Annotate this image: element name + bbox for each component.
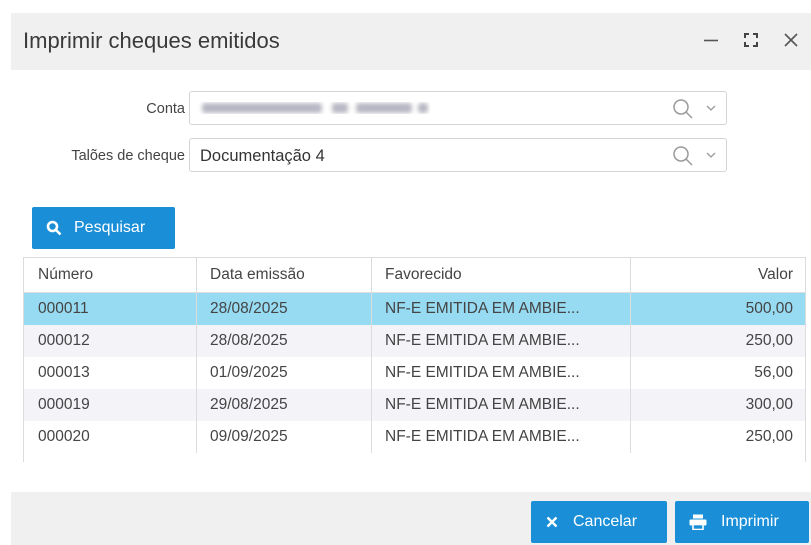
search-icon[interactable]: [672, 145, 694, 167]
table-row[interactable]: 000020 09/09/2025 NF-E EMITIDA EM AMBIE.…: [24, 421, 805, 453]
cell-numero: 000011: [38, 300, 89, 317]
chevron-down-icon[interactable]: [706, 150, 716, 160]
column-divider: [630, 357, 631, 389]
column-divider[interactable]: [630, 258, 631, 292]
minimize-icon: [704, 39, 718, 42]
chevron-down-icon[interactable]: [706, 103, 716, 113]
column-divider: [630, 293, 631, 325]
taloes-label: Talões de cheque: [71, 148, 185, 164]
cell-valor: 250,00: [745, 332, 793, 349]
cell-favorecido: NF-E EMITIDA EM AMBIE...: [385, 364, 580, 381]
cell-data: 01/09/2025: [210, 364, 288, 381]
close-icon: [546, 516, 558, 528]
cell-numero: 000019: [38, 396, 90, 413]
cell-data: 28/08/2025: [210, 332, 288, 349]
dialog-title: Imprimir cheques emitidos: [23, 28, 280, 53]
cell-favorecido: NF-E EMITIDA EM AMBIE...: [385, 332, 580, 349]
cell-numero: 000020: [38, 428, 90, 445]
cell-valor: 500,00: [745, 300, 793, 317]
taloes-value: Documentação 4: [200, 147, 325, 165]
column-header-favorecido[interactable]: Favorecido: [385, 258, 462, 292]
search-icon: [46, 220, 62, 236]
cell-numero: 000013: [38, 364, 90, 381]
conta-value-redacted: [202, 103, 428, 113]
close-icon: [784, 33, 798, 47]
column-divider: [371, 389, 372, 421]
dialog-titlebar: Imprimir cheques emitidos: [11, 13, 811, 70]
cancel-button-label: Cancelar: [573, 513, 638, 530]
cheques-grid: Número Data emissão Favorecido Valor 000…: [23, 257, 806, 462]
grid-header: Número Data emissão Favorecido Valor: [24, 258, 805, 293]
cancel-button[interactable]: Cancelar: [531, 501, 667, 543]
column-divider: [196, 325, 197, 357]
column-divider: [371, 421, 372, 453]
table-row[interactable]: 000011 28/08/2025 NF-E EMITIDA EM AMBIE.…: [24, 293, 805, 325]
column-divider: [371, 357, 372, 389]
column-divider[interactable]: [196, 258, 197, 292]
cell-data: 29/08/2025: [210, 396, 288, 413]
cell-favorecido: NF-E EMITIDA EM AMBIE...: [385, 300, 580, 317]
column-header-data[interactable]: Data emissão: [210, 258, 305, 292]
table-row[interactable]: 000012 28/08/2025 NF-E EMITIDA EM AMBIE.…: [24, 325, 805, 357]
column-divider: [630, 325, 631, 357]
printer-icon: [689, 514, 707, 530]
minimize-button[interactable]: [696, 25, 726, 55]
conta-combobox[interactable]: [189, 91, 727, 125]
column-divider: [630, 389, 631, 421]
cell-numero: 000012: [38, 332, 90, 349]
column-divider: [196, 421, 197, 453]
column-divider[interactable]: [371, 258, 372, 292]
column-divider: [196, 389, 197, 421]
taloes-combobox[interactable]: Documentação 4: [189, 138, 727, 172]
search-button-label: Pesquisar: [74, 219, 146, 236]
column-divider: [371, 325, 372, 357]
cell-data: 09/09/2025: [210, 428, 288, 445]
column-divider: [196, 293, 197, 325]
table-row[interactable]: 000019 29/08/2025 NF-E EMITIDA EM AMBIE.…: [24, 389, 805, 421]
column-divider: [371, 293, 372, 325]
column-divider: [196, 357, 197, 389]
cell-valor: 56,00: [754, 364, 793, 381]
table-row[interactable]: 000013 01/09/2025 NF-E EMITIDA EM AMBIE.…: [24, 357, 805, 389]
cell-valor: 300,00: [745, 396, 793, 413]
maximize-icon: [744, 33, 758, 47]
search-icon[interactable]: [672, 98, 694, 120]
cell-favorecido: NF-E EMITIDA EM AMBIE...: [385, 428, 580, 445]
cell-valor: 250,00: [745, 428, 793, 445]
maximize-button[interactable]: [736, 25, 766, 55]
search-button[interactable]: Pesquisar: [32, 207, 175, 249]
print-button[interactable]: Imprimir: [675, 501, 809, 543]
cell-data: 28/08/2025: [210, 300, 288, 317]
column-header-numero[interactable]: Número: [38, 258, 93, 292]
close-button[interactable]: [776, 25, 806, 55]
column-header-valor[interactable]: Valor: [758, 258, 793, 292]
cell-favorecido: NF-E EMITIDA EM AMBIE...: [385, 396, 580, 413]
print-button-label: Imprimir: [721, 513, 779, 530]
column-divider: [630, 421, 631, 453]
conta-label: Conta: [146, 101, 185, 117]
